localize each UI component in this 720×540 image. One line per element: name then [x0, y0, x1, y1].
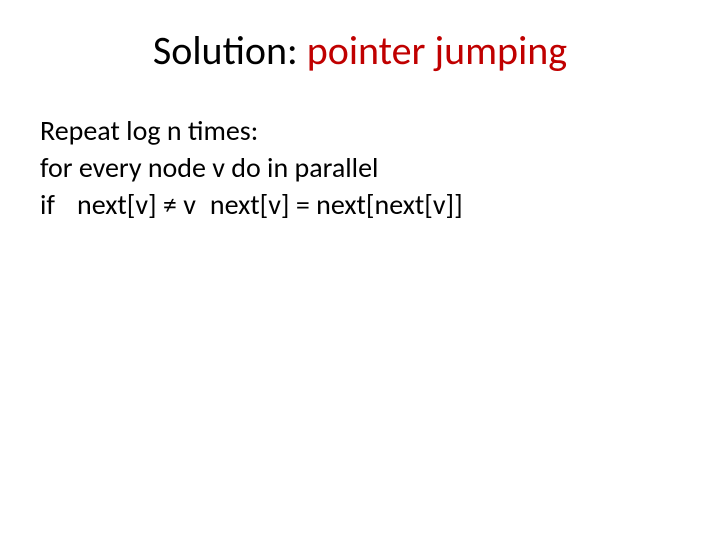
slide: Solution: pointer jumping Repeat log n t… [0, 0, 720, 540]
title-part-red: pointer jumping [307, 26, 567, 75]
if-condition: next[v] ≠ v [77, 187, 196, 222]
title-part-black: Solution: [153, 26, 307, 75]
body-line-1: Repeat log n times: [40, 113, 680, 148]
if-assignment: next[v] = next[next[v]] [210, 187, 463, 222]
body-line-2: for every node v do in parallel [40, 150, 680, 185]
if-keyword: if [40, 187, 55, 222]
slide-body: Repeat log n times: for every node v do … [40, 113, 680, 222]
body-line-3: if next[v] ≠ v next[v] = next[next[v]] [40, 187, 680, 222]
slide-title: Solution: pointer jumping [40, 26, 680, 75]
